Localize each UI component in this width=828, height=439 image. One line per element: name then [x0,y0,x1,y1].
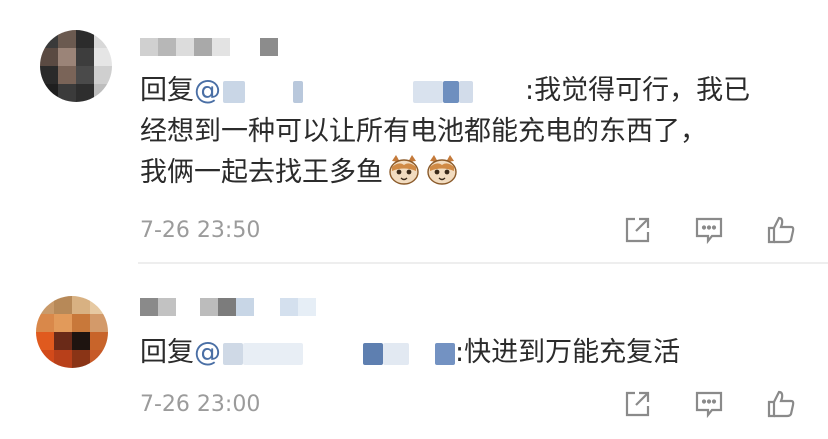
timestamp: 7-26 23:50 [140,218,261,243]
like-icon[interactable] [764,213,798,247]
comment-item: 回复@:我觉得可行，我已 经想到一种可以让所有电池都能充电的东西了， 我俩一起去… [0,0,828,262]
comment-line-1: :快进到万能充复活 [455,337,681,368]
share-icon[interactable] [620,387,654,421]
comment-line-2: 经想到一种可以让所有电池都能充电的东西了， [140,116,707,147]
username[interactable] [140,298,340,316]
share-icon[interactable] [620,213,654,247]
comment-body: 回复@:我觉得可行，我已 经想到一种可以让所有电池都能充电的东西了， 我俩一起去… [140,70,800,193]
comment-body: 回复@:快进到万能充复活 [140,332,800,373]
avatar[interactable] [36,296,108,368]
mention-link[interactable]: @ [194,75,525,106]
cat-face-icon [425,153,459,187]
reply-prefix: 回复 [140,337,194,368]
timestamp: 7-26 23:00 [140,392,261,417]
username[interactable] [140,38,280,56]
mention-link[interactable]: @ [194,337,455,368]
avatar[interactable] [40,30,112,102]
comment-icon[interactable] [692,213,726,247]
comment-line-1: :我觉得可行，我已 [525,75,751,106]
comment-item: 回复@:快进到万能充复活 7-26 23:00 [0,264,828,439]
like-icon[interactable] [764,387,798,421]
comment-actions [620,387,798,421]
comment-icon[interactable] [692,387,726,421]
reply-prefix: 回复 [140,75,194,106]
comment-line-3: 我俩一起去找王多鱼 [140,157,383,188]
comment-actions [620,213,798,247]
cat-face-icon [387,153,421,187]
